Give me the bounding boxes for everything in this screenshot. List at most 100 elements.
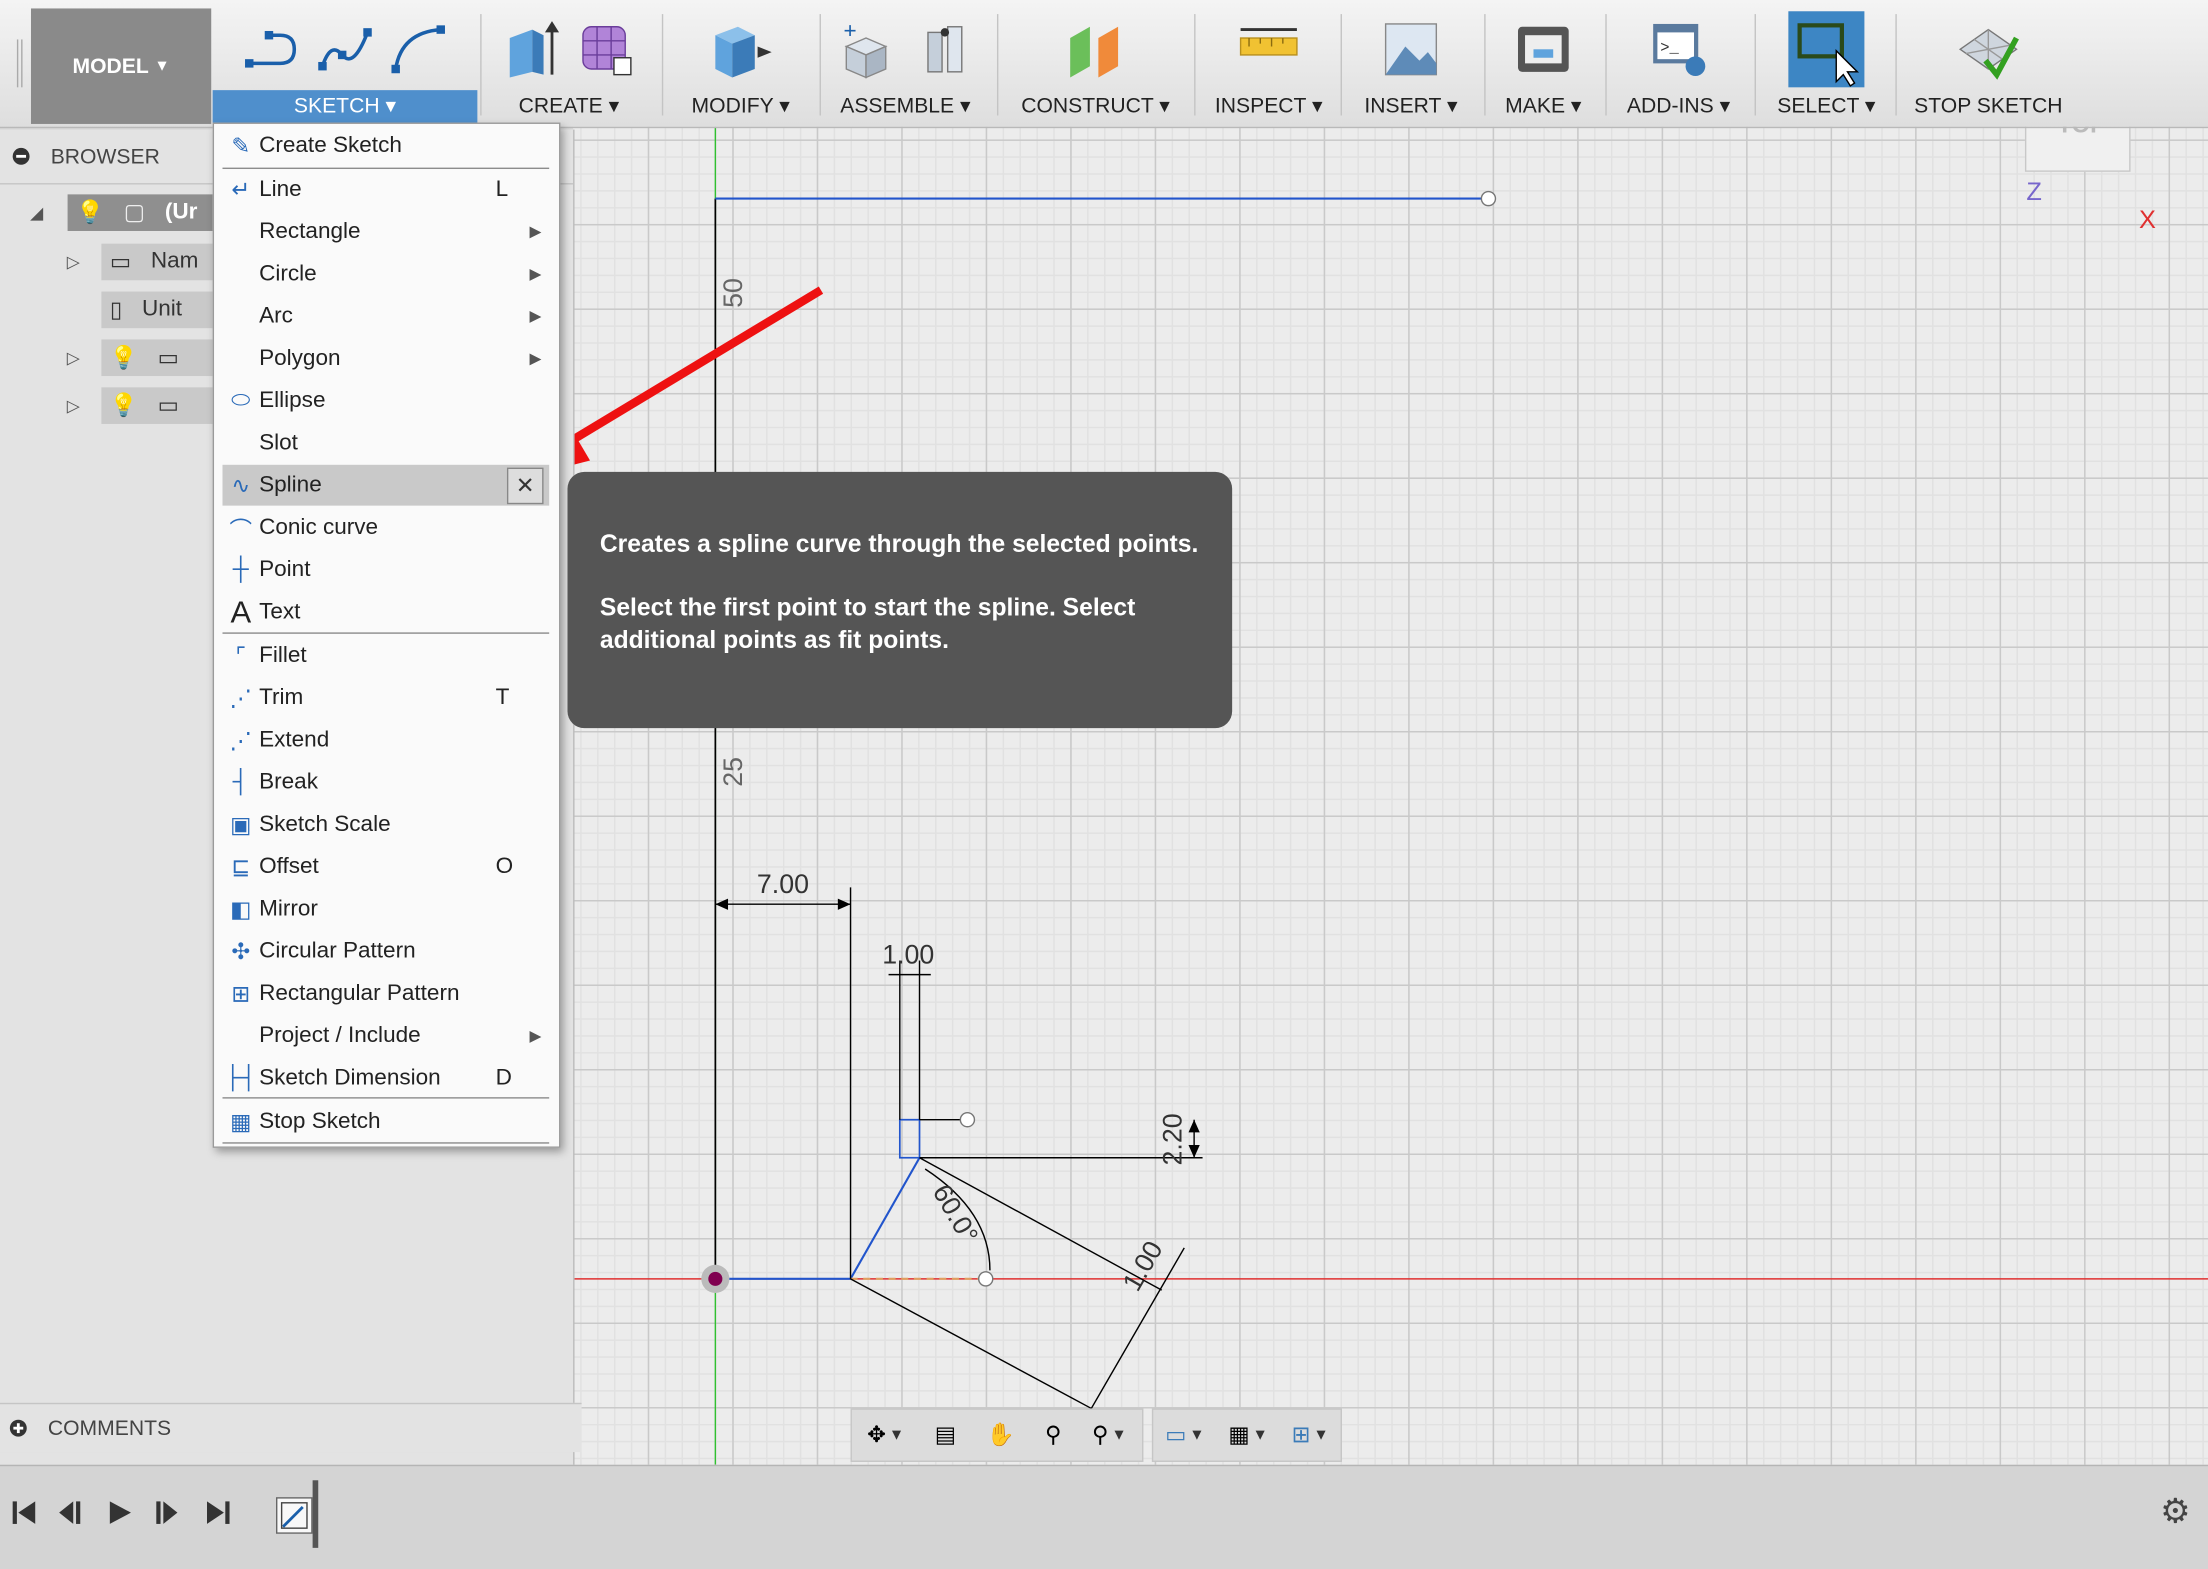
menu-item-circular-pattern[interactable]: ✣ Circular Pattern [222, 931, 549, 972]
document-icon: ▯ [109, 298, 123, 323]
mirror-icon: ◧ [230, 897, 252, 922]
zoom-icon: ⚲ [1045, 1423, 1062, 1448]
menu-item-trim[interactable]: ⋰ Trim T [222, 677, 549, 718]
expand-plus-icon[interactable] [8, 1418, 28, 1438]
offset-plane-icon [1070, 26, 1119, 78]
folder-icon: ▭ [157, 394, 179, 419]
gear-icon[interactable]: ⚙ [2160, 1492, 2190, 1533]
menu-item-label: Spline [259, 472, 322, 497]
menu-item-mirror[interactable]: ◧ Mirror [222, 889, 549, 930]
expand-triangle-icon[interactable]: ▷ [62, 348, 85, 368]
zoom-button[interactable]: ⚲ [1045, 1421, 1062, 1449]
toolbar-create[interactable]: CREATE ▾ [493, 8, 645, 123]
toolbar-modify[interactable]: MODIFY ▾ [673, 8, 808, 123]
go-to-start-button[interactable] [6, 1494, 43, 1531]
grid-settings-button[interactable]: ▦ ▼ [1228, 1421, 1267, 1449]
form-icon [582, 26, 632, 76]
spline-tool-icon[interactable] [314, 21, 376, 77]
menu-item-create-sketch[interactable]: ✎ Create Sketch [222, 125, 549, 166]
dim-2-20: 2.20 [1157, 1113, 1187, 1165]
menu-item-sketch-scale[interactable]: ▣ Sketch Scale [222, 804, 549, 845]
menu-item-arc[interactable]: Arc ▶ [222, 296, 549, 337]
menu-item-circle[interactable]: Circle ▶ [222, 254, 549, 295]
sketch-canvas[interactable]: 7.00 1.00 2.20 50 25 60.0° 1.00 X Z [573, 126, 2208, 1465]
toolbar-inspect[interactable]: INSPECT ▾ [1205, 8, 1332, 123]
workspace-label: MODEL [72, 54, 149, 79]
toolbar-select[interactable]: SELECT ▾ [1769, 8, 1884, 123]
toolbar-make[interactable]: MAKE ▾ [1493, 8, 1594, 123]
orbit-button[interactable]: ✥ ▼ [867, 1421, 904, 1449]
pin-to-toolbar-button[interactable]: ✕ [506, 467, 544, 505]
toolbar-assemble[interactable]: + ASSEMBLE ▾ [828, 8, 983, 123]
menu-shortcut: D [495, 1065, 512, 1090]
display-settings-button[interactable]: ▭ ▼ [1165, 1421, 1204, 1449]
toolbar-grip[interactable] [16, 39, 23, 88]
menu-item-fillet[interactable]: ⌜ Fillet [222, 635, 549, 676]
submenu-arrow-icon: ▶ [529, 1028, 542, 1046]
menu-item-stop-sketch[interactable]: ▦ Stop Sketch [222, 1101, 549, 1142]
menu-item-project-include[interactable]: Project / Include ▶ [222, 1015, 549, 1056]
menu-item-text[interactable]: A Text [222, 592, 549, 633]
menu-item-label: Trim [259, 685, 304, 710]
menu-item-sketch-dimension[interactable]: ├┤ Sketch Dimension D [222, 1058, 549, 1099]
toolbar-sketch[interactable]: SKETCH ▾ [212, 8, 478, 124]
sketch-feature-icon[interactable] [275, 1497, 313, 1534]
menu-item-rectangular-pattern[interactable]: ⊞ Rectangular Pattern [222, 973, 549, 1014]
toolbar-stop-sketch[interactable]: STOP SKETCH [1907, 8, 2070, 123]
menu-item-extend[interactable]: ⋰ Extend [222, 720, 549, 761]
menu-item-label: Circle [259, 261, 317, 286]
menu-item-ellipse[interactable]: ⬭ Ellipse [222, 380, 549, 421]
spline-tooltip: Creates a spline curve through the selec… [567, 471, 1233, 729]
toolbar-insert[interactable]: INSERT ▾ [1352, 8, 1470, 123]
expand-triangle-icon[interactable]: ▷ [62, 252, 85, 272]
look-at-button[interactable]: ▤ [935, 1421, 956, 1449]
menu-item-polygon[interactable]: Polygon ▶ [222, 338, 549, 379]
line-icon: ↵ [231, 178, 251, 203]
collapse-triangle-icon[interactable]: ◢ [25, 203, 48, 223]
expand-triangle-icon[interactable]: ▷ [62, 396, 85, 416]
menu-item-spline[interactable]: ∿ Spline ✕ [222, 464, 550, 506]
menu-item-rectangle[interactable]: Rectangle ▶ [222, 211, 549, 252]
pan-button[interactable]: ✋ [987, 1421, 1015, 1449]
timeline-marker[interactable] [312, 1480, 319, 1548]
toolbar-construct[interactable]: CONSTRUCT ▾ [1008, 8, 1183, 123]
comments-panel-header[interactable]: COMMENTS [0, 1402, 582, 1453]
sketch-geometry[interactable]: 7.00 1.00 2.20 50 25 60.0° 1.00 X Z [573, 126, 2208, 1465]
new-component-icon: + [843, 18, 888, 79]
fit-button[interactable]: ⚲ ▼ [1092, 1421, 1127, 1449]
menu-shortcut: L [495, 176, 509, 201]
rectangular-pattern-icon: ⊞ [231, 982, 251, 1007]
menu-item-line[interactable]: ↵ Line L [222, 169, 549, 210]
lightbulb-icon[interactable]: 💡 [110, 392, 138, 420]
skip-start-icon [12, 1501, 36, 1524]
step-back-button[interactable] [51, 1494, 88, 1531]
menu-item-offset[interactable]: ⊑ Offset O [222, 846, 549, 887]
sketch-dropdown-menu: ✎ Create Sketch ↵ Line L Rectangle ▶ Circle ▶ Arc… [212, 122, 561, 1148]
menu-item-break[interactable]: ┤ Break [222, 762, 549, 803]
arc-tool-icon[interactable] [387, 21, 449, 77]
step-forward-button[interactable] [149, 1494, 186, 1531]
lightbulb-icon[interactable]: 💡 [76, 199, 104, 227]
navigation-bar: ✥ ▼ ▤ ✋ ⚲ ⚲ ▼ [850, 1408, 1144, 1462]
workspace-switcher[interactable]: MODEL ▼ [30, 8, 212, 124]
line-tool-icon[interactable] [241, 21, 303, 77]
extrude-icon [509, 21, 560, 78]
go-to-end-button[interactable] [200, 1494, 237, 1531]
toolbar-add-ins[interactable]: >_ ADD-INS ▾ [1614, 8, 1744, 123]
menu-item-point[interactable]: ┼ Point [222, 549, 549, 590]
toolbar-select-label: SELECT [1777, 94, 1860, 119]
monitor-icon: ▭ [1165, 1423, 1187, 1448]
step-forward-icon [156, 1501, 178, 1524]
toolbar-modify-label: MODIFY [691, 94, 774, 119]
menu-item-slot[interactable]: Slot [222, 423, 549, 464]
menu-item-conic-curve[interactable]: ⌒ Conic curve [222, 507, 549, 548]
x-axis-label: X [2139, 206, 2156, 234]
main-toolbar: MODEL ▼ SKETCH ▾ CREATE ▾ MODIFY ▾ + ASS… [0, 0, 2208, 129]
toolbar-create-label: CREATE [518, 94, 603, 119]
lightbulb-icon[interactable]: 💡 [110, 344, 138, 372]
viewports-button[interactable]: ⊞ ▼ [1292, 1421, 1329, 1449]
menu-item-label: Sketch Dimension [259, 1065, 441, 1090]
display-settings-bar: ▭ ▼ ▦ ▼ ⊞ ▼ [1151, 1408, 1342, 1462]
collapse-icon[interactable] [11, 146, 31, 166]
play-button[interactable] [101, 1494, 138, 1531]
